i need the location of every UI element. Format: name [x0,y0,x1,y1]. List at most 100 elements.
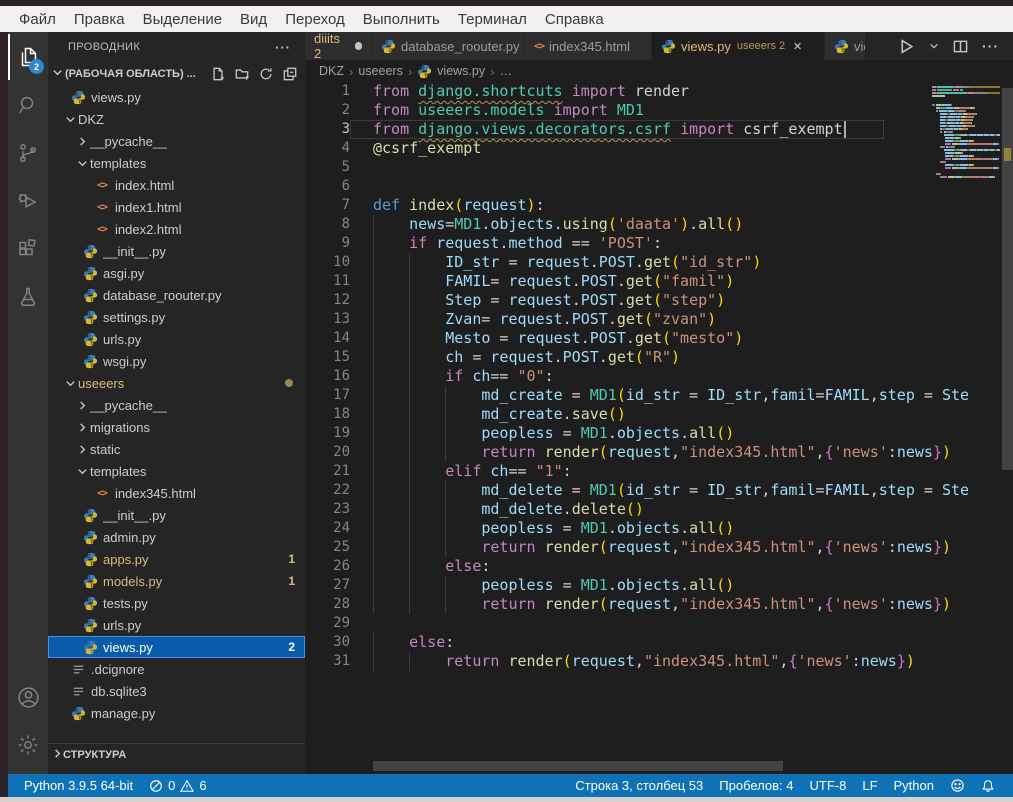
breadcrumb-item-views.py[interactable]: views.py [437,64,485,78]
tab-diiits-2[interactable]: diiits 2 [305,32,371,60]
code-line-3[interactable]: 3from django.views.decorators.csrf impor… [305,120,1013,139]
breadcrumb-item-…[interactable]: … [499,64,512,78]
tab-views.py[interactable]: views.pyuseeers 2× [652,32,824,60]
code-line-6[interactable]: 6 [305,177,1013,196]
tree-item-index1.html[interactable]: <>index1.html [48,196,305,218]
tree-item-db.sqlite3[interactable]: db.sqlite3 [48,680,305,702]
status-encoding[interactable]: UTF-8 [802,778,855,793]
code-line-11[interactable]: 11 FAMIL= request.POST.get("famil") [305,272,1013,291]
tree-item-tests.py[interactable]: tests.py [48,592,305,614]
status-feedback[interactable] [942,778,973,793]
status-indentation[interactable]: Пробелов: 4 [711,778,801,793]
code-line-30[interactable]: 30 else: [305,633,1013,652]
tree-item-urls.py[interactable]: urls.py [48,614,305,636]
code-editor[interactable]: 1from django.shortcuts import render2fro… [305,82,1013,774]
tree-item-wsgi.py[interactable]: wsgi.py [48,350,305,372]
tree-item-manage.py[interactable]: manage.py [48,702,305,724]
code-line-17[interactable]: 17 md_create = MD1(id_str = ID_str,famil… [305,386,1013,405]
vertical-scrollbar[interactable] [1002,88,1013,470]
tree-item-views.py[interactable]: views.py2 [48,636,305,658]
tree-item-index345.html[interactable]: <>index345.html [48,482,305,504]
code-line-19[interactable]: 19 peopless = MD1.objects.all() [305,424,1013,443]
tree-item-asgi.py[interactable]: asgi.py [48,262,305,284]
tree-item-__init__.py[interactable]: __init__.py [48,504,305,526]
activity-extensions[interactable] [8,226,48,272]
code-line-18[interactable]: 18 md_create.save() [305,405,1013,424]
activity-files[interactable]: 2 [8,34,48,80]
minimap[interactable] [932,86,1000,179]
status-eol[interactable]: LF [854,778,885,793]
activity-testing[interactable] [8,274,48,320]
tab-database_roouter.py[interactable]: database_roouter.py [372,32,524,60]
tree-item-index.html[interactable]: <>index.html [48,174,305,196]
new-file-icon[interactable] [211,67,225,81]
tree-item-useeers[interactable]: useeers [48,372,305,394]
status-notifications[interactable] [973,779,1003,793]
code-line-21[interactable]: 21 elif ch== "1": [305,462,1013,481]
code-line-14[interactable]: 14 Mesto = request.POST.get("mesto") [305,329,1013,348]
status-interpreter[interactable]: Python 3.9.5 64-bit [16,778,141,793]
code-line-22[interactable]: 22 md_delete = MD1(id_str = ID_str,famil… [305,481,1013,500]
new-folder-icon[interactable] [235,67,249,81]
more-actions-icon[interactable]: ··· [982,38,999,54]
split-editor-icon[interactable] [953,39,968,54]
breadcrumb[interactable]: DKZ›useeers›views.py›… [305,60,1013,82]
tree-item-database_roouter.py[interactable]: database_roouter.py [48,284,305,306]
activity-source-control[interactable] [8,130,48,176]
menu-справка[interactable]: Справка [536,9,613,30]
tree-item-.dcignore[interactable]: .dcignore [48,658,305,680]
code-line-31[interactable]: 31 return render(request,"index345.html"… [305,652,1013,671]
code-line-7[interactable]: 7def index(request): [305,196,1013,215]
menu-переход[interactable]: Переход [276,9,354,30]
workspace-section-header[interactable]: (РАБОЧАЯ ОБЛАСТЬ) ... [48,62,305,86]
code-line-28[interactable]: 28 return render(request,"index345.html"… [305,595,1013,614]
modified-dot-icon[interactable] [355,42,362,50]
tree-item-apps.py[interactable]: apps.py1 [48,548,305,570]
activity-settings-gear[interactable] [8,722,48,768]
refresh-icon[interactable] [259,67,273,81]
tab-index345.html[interactable]: <>index345.html [525,32,651,60]
tree-item-__init__.py[interactable]: __init__.py [48,240,305,262]
code-line-15[interactable]: 15 ch = request.POST.get("R") [305,348,1013,367]
run-icon[interactable] [898,38,915,55]
code-line-1[interactable]: 1from django.shortcuts import render [305,82,1013,101]
code-line-25[interactable]: 25 return render(request,"index345.html"… [305,538,1013,557]
code-line-13[interactable]: 13 Zvan= request.POST.get("zvan") [305,310,1013,329]
close-icon[interactable]: × [793,39,802,54]
horizontal-scrollbar[interactable] [373,761,783,771]
tree-item-views.py[interactable]: views.py [48,86,305,108]
tree-item-templates[interactable]: templates [48,152,305,174]
run-dropdown-chevron-icon[interactable] [929,41,939,51]
code-line-23[interactable]: 23 md_delete.delete() [305,500,1013,519]
tree-item-models.py[interactable]: models.py1 [48,570,305,592]
menu-файл[interactable]: Файл [10,9,65,30]
activity-run-debug[interactable] [8,178,48,224]
code-line-4[interactable]: 4@csrf_exempt [305,139,1013,158]
activity-search[interactable] [8,82,48,128]
tree-item-index2.html[interactable]: <>index2.html [48,218,305,240]
code-line-20[interactable]: 20 return render(request,"index345.html"… [305,443,1013,462]
breadcrumb-item-DKZ[interactable]: DKZ [319,64,344,78]
tree-item-settings.py[interactable]: settings.py [48,306,305,328]
explorer-more-actions-icon[interactable]: ··· [275,40,291,55]
status-language-mode[interactable]: Python [886,778,942,793]
code-line-29[interactable]: 29 [305,614,1013,633]
code-line-10[interactable]: 10 ID_str = request.POST.get("id_str") [305,253,1013,272]
tree-item-admin.py[interactable]: admin.py [48,526,305,548]
status-problems[interactable]: 06 [141,778,214,793]
tree-item-DKZ[interactable]: DKZ [48,108,305,130]
code-line-8[interactable]: 8 news=MD1.objects.using('daata').all() [305,215,1013,234]
tree-item-urls.py[interactable]: urls.py [48,328,305,350]
tree-item-static[interactable]: static [48,438,305,460]
activity-account[interactable] [8,674,48,720]
code-line-16[interactable]: 16 if ch== "0": [305,367,1013,386]
menu-терминал[interactable]: Терминал [449,9,536,30]
tree-item-__pycache__[interactable]: __pycache__ [48,394,305,416]
tree-item-migrations[interactable]: migrations [48,416,305,438]
breadcrumb-item-useeers[interactable]: useeers [358,64,402,78]
outline-section-header[interactable]: СТРУКТУРА [48,743,305,766]
status-cursor-position[interactable]: Строка 3, столбец 53 [567,778,711,793]
tree-item-templates[interactable]: templates [48,460,305,482]
code-line-9[interactable]: 9 if request.method == 'POST': [305,234,1013,253]
tree-item-__pycache__[interactable]: __pycache__ [48,130,305,152]
